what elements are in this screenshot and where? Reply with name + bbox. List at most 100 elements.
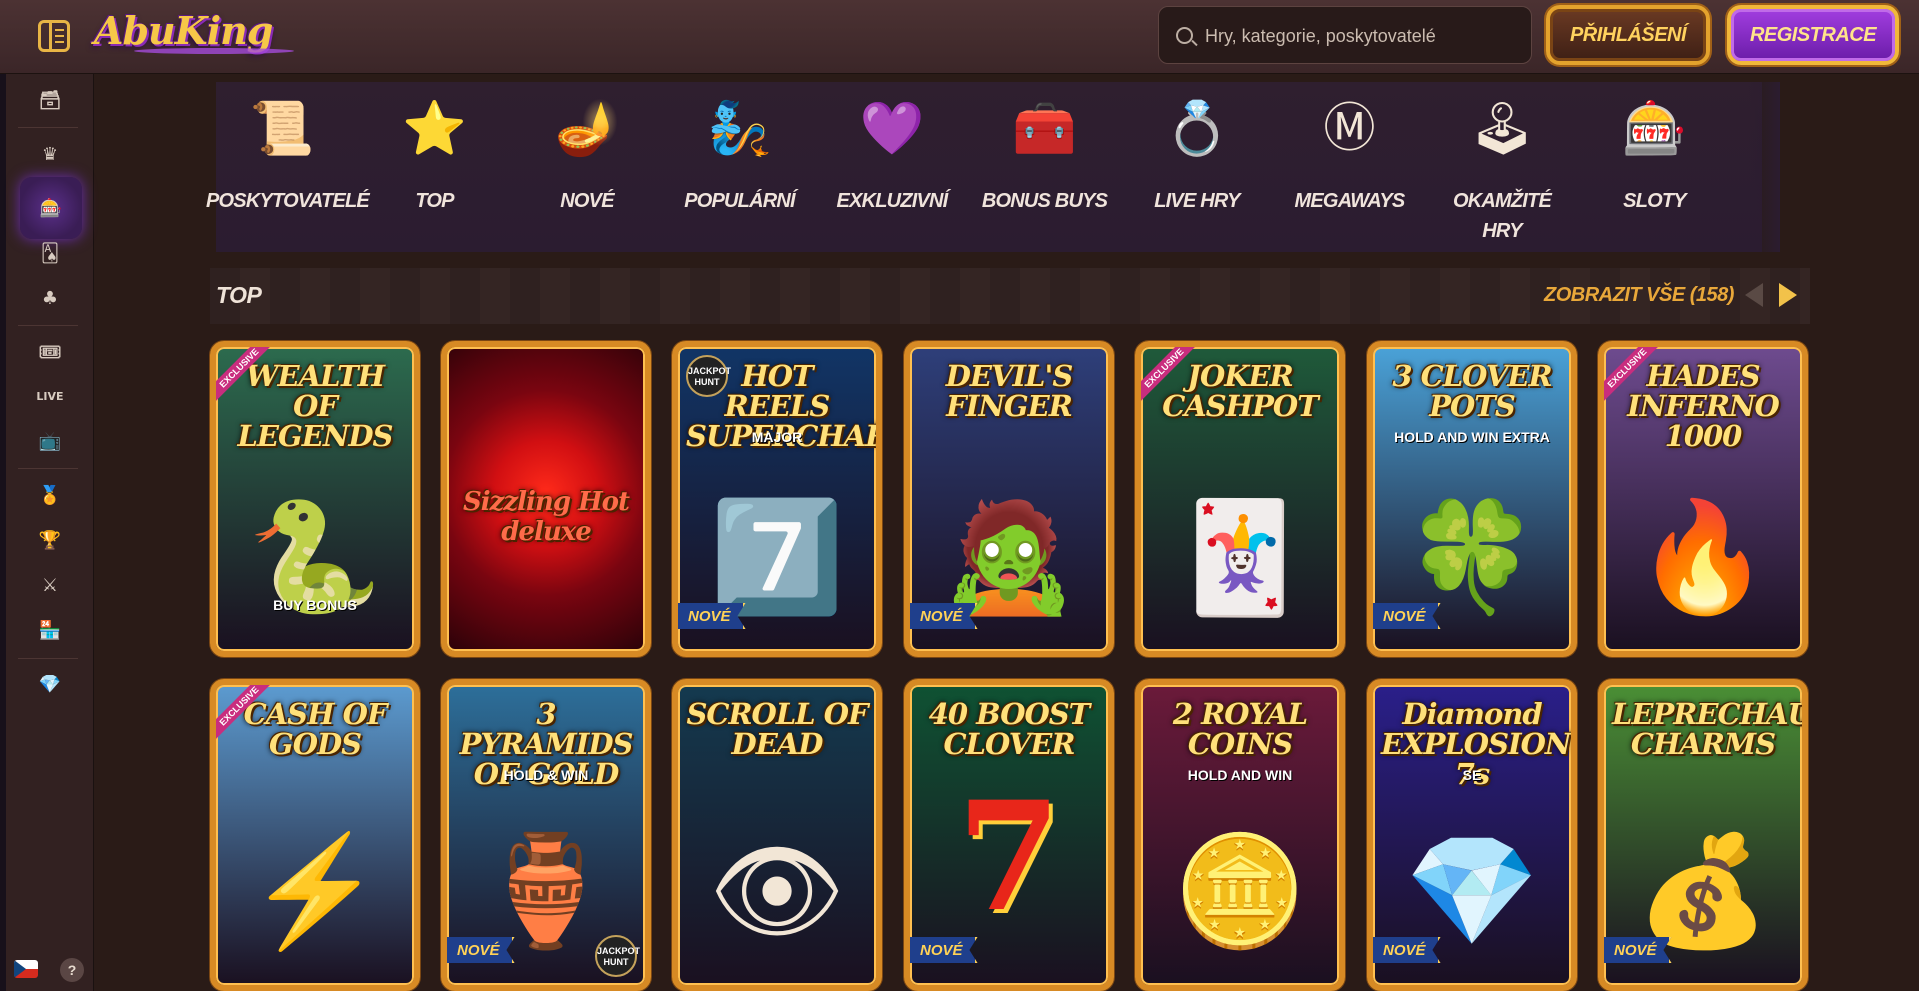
- slot-machine-icon[interactable]: 🎰: [20, 177, 82, 239]
- jackpot-hunt-badge: JACKPOT HUNT: [595, 935, 640, 977]
- game-art: 🃏: [1172, 496, 1308, 617]
- sidebar: 🗃 ♛ 🎰 🂡 ♣ 🎟 LIVE 📺 🏅 🏆 ⚔ 🏪 💎: [0, 74, 94, 991]
- crown-icon[interactable]: ♛: [27, 134, 73, 174]
- ring-cushion-icon: 💍: [1164, 100, 1230, 158]
- game-card[interactable]: SCROLL OF DEAD 👁: [672, 679, 882, 991]
- category-bar: 📜 POSKYTOVATELÉ ⭐ TOP 🪔 NOVÉ 🧞 POPULÁRNÍ 💜 EXKLUZ…: [206, 82, 1780, 252]
- game-card[interactable]: JOKER CASHPOT 🃏 EXCLUSIVE: [1135, 341, 1345, 657]
- game-art: 👁: [708, 830, 846, 951]
- category-6[interactable]: 🧰 BONUS BUYS: [969, 82, 1121, 252]
- prev-arrow-icon[interactable]: [1745, 283, 1763, 307]
- game-card[interactable]: LEPRECHAUN CHARMS 💰NOVÉ: [1598, 679, 1808, 991]
- search-input[interactable]: [1205, 21, 1515, 51]
- category-label: EXKLUZIVNÍ: [836, 190, 949, 212]
- game-art: 🪙: [1172, 830, 1308, 951]
- category-label: TOP: [415, 190, 454, 212]
- sidebar-divider: [18, 468, 78, 469]
- game-art: 🔥: [1635, 496, 1771, 617]
- sidebar-divider: [18, 127, 78, 128]
- game-art: 🧟: [941, 496, 1077, 617]
- live-icon[interactable]: LIVE: [27, 376, 73, 416]
- club-icon[interactable]: ♣: [27, 278, 73, 318]
- chest-icon[interactable]: 🗃: [27, 80, 73, 120]
- megaways-m-icon: Ⓜ: [1323, 100, 1376, 158]
- logo[interactable]: AbuKing: [94, 8, 294, 54]
- jackpot-hunt-badge: JACKPOT HUNT: [686, 355, 731, 397]
- category-4[interactable]: 🧞 POPULÁRNÍ: [664, 82, 816, 252]
- category-9[interactable]: 🕹 OKAMŽITÉ HRY: [1426, 82, 1578, 252]
- login-button[interactable]: PŘIHLÁŠENÍ: [1546, 5, 1710, 65]
- category-7[interactable]: 💍 LIVE HRY: [1121, 82, 1273, 252]
- register-button[interactable]: REGISTRACE: [1727, 5, 1899, 65]
- category-3[interactable]: 🪔 NOVÉ: [511, 82, 663, 252]
- next-arrow-icon[interactable]: [1779, 283, 1797, 307]
- game-subtitle: HOLD & WIN: [503, 767, 589, 783]
- game-art: 7: [956, 769, 1062, 945]
- czech-flag-icon[interactable]: [14, 960, 38, 978]
- game-art: 7️⃣: [709, 496, 845, 617]
- game-title: CASH OF GODS: [243, 697, 388, 761]
- slot-reels-icon: 🎰: [1622, 100, 1687, 158]
- view-all-link[interactable]: ZOBRAZIT VŠE (158): [1544, 284, 1734, 307]
- cards-icon[interactable]: 🂡: [27, 233, 73, 273]
- diamond-icon[interactable]: 💎: [27, 664, 73, 704]
- new-badge: NOVÉ: [678, 603, 746, 629]
- game-subtitle: HOLD AND WIN: [1187, 767, 1293, 783]
- game-art: 💎: [1404, 830, 1540, 951]
- shield-icon[interactable]: ⚔: [27, 565, 73, 605]
- joystick-icon: 🕹: [1468, 100, 1535, 158]
- lamp-icon: 🪔: [554, 100, 620, 158]
- new-badge: NOVÉ: [447, 937, 515, 963]
- game-title: 3 CLOVER POTS: [1392, 359, 1552, 423]
- category-2[interactable]: ⭐ TOP: [359, 82, 511, 252]
- game-card[interactable]: 3 PYRAMIDS OF GOLD 🏺 HOLD & WIN NOVÉ JACKPOT…: [441, 679, 651, 991]
- game-title: HADES INFERNO 1000: [1627, 359, 1780, 453]
- sport-screen-icon[interactable]: 📺: [27, 421, 73, 461]
- game-title: SCROLL OF DEAD: [686, 697, 868, 761]
- star-icon: ⭐: [402, 100, 467, 158]
- scroll-icon: 📜: [249, 100, 315, 158]
- category-label: POPULÁRNÍ: [684, 190, 795, 212]
- game-card[interactable]: Diamond EXPLOSION 7s 💎 SE NOVÉ: [1367, 679, 1577, 991]
- search-icon: [1176, 27, 1193, 44]
- game-card[interactable]: 40 BOOST CLOVER 7 NOVÉ: [904, 679, 1114, 991]
- category-10[interactable]: 🎰 SLOTY: [1579, 82, 1731, 252]
- search-box[interactable]: [1158, 6, 1532, 64]
- category-5[interactable]: 💜 EXKLUZIVNÍ: [816, 82, 968, 252]
- ticket-icon[interactable]: 🎟: [27, 332, 73, 372]
- category-1[interactable]: 📜 POSKYTOVATELÉ: [206, 82, 370, 252]
- category-8[interactable]: Ⓜ MEGAWAYS: [1274, 82, 1426, 252]
- treasure-chest-icon: 🧰: [1012, 100, 1077, 158]
- help-button[interactable]: ?: [60, 958, 84, 982]
- game-art: 🍀: [1404, 496, 1540, 617]
- category-label: LIVE HRY: [1154, 190, 1240, 212]
- sidebar-divider: [18, 325, 78, 326]
- new-badge: NOVÉ: [910, 603, 978, 629]
- game-title: 40 BOOST CLOVER: [928, 697, 1091, 761]
- game-card[interactable]: HADES INFERNO 1000 🔥 EXCLUSIVE: [1598, 341, 1808, 657]
- game-art: 🐍: [247, 496, 383, 617]
- sidebar-toggle-icon[interactable]: [38, 20, 70, 52]
- game-card[interactable]: DEVIL'S FINGER 🧟 NOVÉ: [904, 341, 1114, 657]
- game-card[interactable]: HOT REELS SUPERCHARGED7️⃣MAJORNOVÉJACKPO…: [672, 341, 882, 657]
- new-badge: NOVÉ: [1604, 937, 1672, 963]
- game-card[interactable]: 2 ROYAL COINS 🪙 HOLD AND WIN: [1135, 679, 1345, 991]
- game-art: 💰: [1635, 830, 1771, 951]
- top-header: AbuKing PŘIHLÁŠENÍ REGISTRACE: [0, 0, 1919, 74]
- game-card[interactable]: WEALTH OF LEGENDS 🐍 BUY BONUS EXCLUSIVE: [210, 341, 420, 657]
- game-card[interactable]: 3 CLOVER POTS 🍀 HOLD AND WIN EXTRA NOVÉ: [1367, 341, 1577, 657]
- game-subtitle: SE: [1462, 767, 1482, 783]
- shop-icon[interactable]: 🏪: [27, 610, 73, 650]
- game-title: LEPRECHAUN CHARMS: [1612, 697, 1802, 761]
- game-title: WEALTH OF LEGENDS: [237, 359, 394, 453]
- medal-icon[interactable]: 🏅: [27, 475, 73, 515]
- category-label: POSKYTOVATELÉ: [206, 190, 370, 212]
- game-art: ⚡: [247, 830, 383, 951]
- category-scroll-fade: [1748, 82, 1780, 252]
- new-badge: NOVÉ: [1373, 937, 1441, 963]
- game-subtitle: MAJOR: [751, 429, 803, 445]
- trophy-icon[interactable]: 🏆: [27, 520, 73, 560]
- sidebar-divider: [18, 658, 78, 659]
- game-card[interactable]: Sizzling Hot deluxe: [441, 341, 651, 657]
- game-card[interactable]: CASH OF GODS ⚡ EXCLUSIVE: [210, 679, 420, 991]
